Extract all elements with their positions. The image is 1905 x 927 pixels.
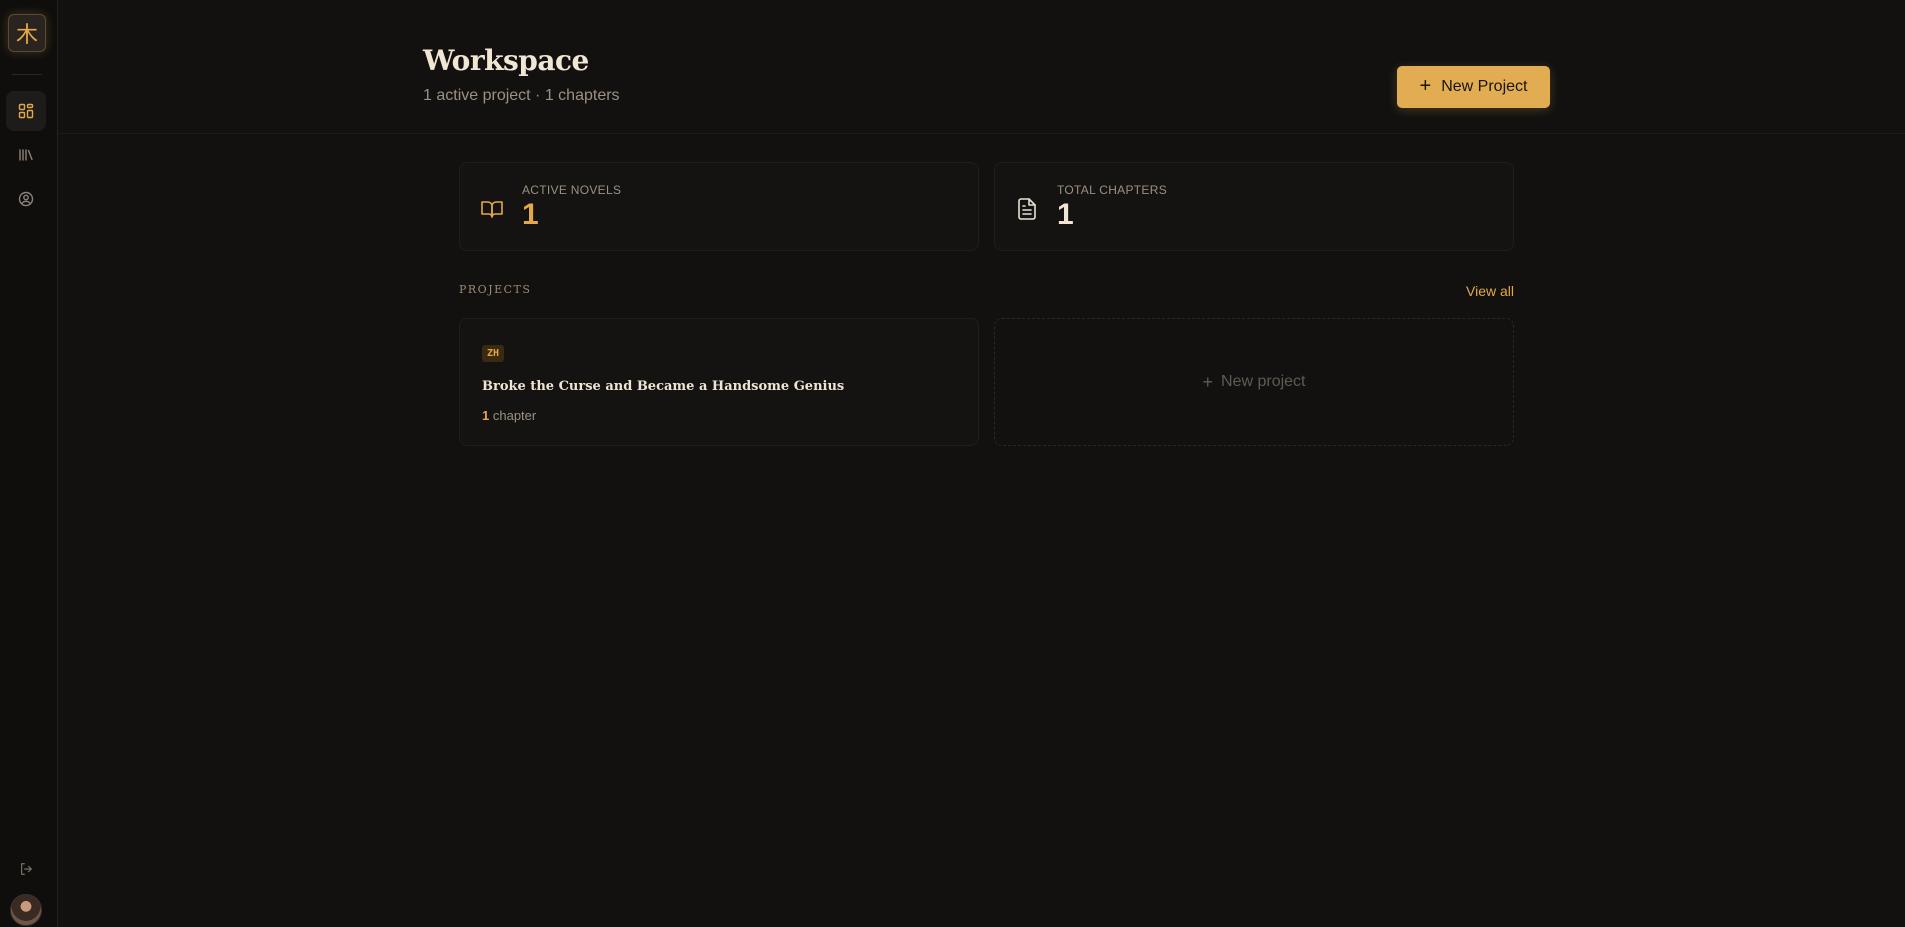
new-project-card-label: New project (1221, 373, 1306, 390)
stat-card-active-novels: ACTIVE NOVELS 1 (459, 162, 979, 251)
stat-value: 1 (1057, 198, 1074, 231)
document-icon (1018, 198, 1036, 220)
sidebar-item-profile[interactable] (6, 179, 46, 219)
logout-button[interactable] (14, 857, 38, 881)
plus-icon: + (1202, 371, 1214, 392)
new-project-button[interactable]: + New Project (1397, 66, 1550, 108)
language-badge: ZH (482, 345, 505, 362)
stat-label: ACTIVE NOVELS (522, 183, 622, 197)
book-open-icon (481, 201, 503, 218)
page-title: Workspace (423, 44, 589, 77)
projects-section-label: PROJECTS (459, 283, 532, 296)
stat-card-total-chapters: TOTAL CHAPTERS 1 (994, 162, 1514, 251)
grid-icon (18, 103, 34, 119)
chapter-count-number: 1 (482, 408, 490, 423)
user-circle-icon (18, 191, 34, 207)
sidebar-item-library[interactable] (6, 135, 46, 175)
new-project-card[interactable]: + New project (994, 318, 1514, 446)
app-logo[interactable]: 木 (8, 14, 46, 52)
sidebar-item-dashboard[interactable] (6, 91, 46, 131)
page-subtitle: 1 active project · 1 chapters (423, 87, 620, 104)
sidebar: 木 (0, 0, 58, 927)
logout-icon (21, 863, 32, 875)
page-header: Workspace 1 active project · 1 chapters … (58, 0, 1905, 134)
project-title: Broke the Curse and Became a Handsome Ge… (482, 379, 845, 394)
logo-glyph: 木 (15, 23, 38, 48)
new-project-button-label: New Project (1441, 78, 1528, 95)
stat-value: 1 (522, 198, 539, 231)
chapter-count-word: chapter (492, 408, 537, 423)
view-all-link[interactable]: View all (1466, 283, 1514, 299)
project-card[interactable]: ZH Broke the Curse and Became a Handsome… (459, 318, 979, 446)
chapter-count: 1 chapter (482, 408, 536, 423)
plus-icon: + (1419, 75, 1432, 97)
avatar[interactable] (10, 894, 42, 926)
library-icon (19, 149, 33, 161)
sidebar-divider (12, 74, 42, 75)
stat-label: TOTAL CHAPTERS (1057, 183, 1167, 197)
